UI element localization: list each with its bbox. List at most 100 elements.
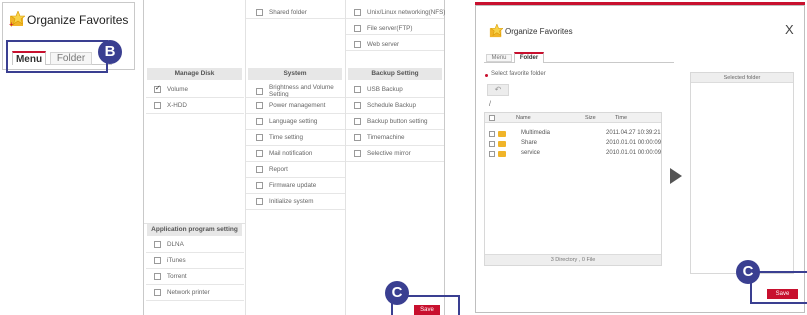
item-time-setting[interactable]: Time setting — [256, 133, 344, 145]
item-usb-backup[interactable]: USB Backup — [354, 85, 444, 97]
row-divider — [146, 113, 244, 114]
current-path: / — [489, 101, 491, 108]
item-timemachine[interactable]: Timemachine — [354, 133, 444, 145]
checkbox[interactable] — [354, 102, 361, 109]
checkbox[interactable] — [256, 118, 263, 125]
row-checkbox[interactable] — [489, 141, 495, 147]
item-selective-mirror[interactable]: Selective mirror — [354, 149, 444, 161]
row-divider — [246, 113, 345, 114]
column-size: Size — [585, 115, 596, 121]
row-divider — [246, 161, 345, 162]
selected-folder-list — [690, 72, 794, 274]
checkbox[interactable] — [154, 102, 161, 109]
item-power-management[interactable]: Power management — [256, 101, 344, 113]
row-divider — [346, 50, 444, 51]
column-divider — [345, 0, 346, 315]
select-favorite-label: Select favorite folder — [491, 71, 546, 77]
folder-list-header — [485, 113, 661, 123]
tab-menu[interactable]: Menu — [486, 54, 512, 62]
checkbox[interactable] — [154, 241, 161, 248]
save-button[interactable]: Save — [414, 305, 440, 315]
row-divider — [346, 129, 444, 130]
item-language-setting[interactable]: Language setting — [256, 117, 344, 129]
row-divider — [246, 97, 345, 98]
folder-icon — [498, 131, 506, 137]
section-backup-setting: Backup Setting — [348, 68, 442, 80]
row-divider — [146, 300, 244, 301]
item-itunes[interactable]: iTunes — [154, 256, 242, 268]
select-all-checkbox[interactable] — [489, 115, 495, 121]
section-manage-disk: Manage Disk — [147, 68, 242, 80]
item-report[interactable]: Report — [256, 165, 344, 177]
checkbox[interactable] — [256, 150, 263, 157]
annotation-box-b — [6, 40, 108, 73]
checkbox[interactable] — [354, 41, 361, 48]
section-application-program-setting: Application program setting — [147, 224, 242, 236]
annotation-badge-c: C — [736, 260, 760, 284]
item-network-printer[interactable]: Network printer — [154, 288, 242, 300]
folder-icon — [498, 141, 506, 147]
item-mail-notification[interactable]: Mail notification — [256, 149, 344, 161]
item-backup-button-setting[interactable]: Backup button setting — [354, 117, 444, 129]
table-row[interactable]: Share 2010.01.01 00:00:09 — [485, 139, 661, 149]
column-time: Time — [615, 115, 628, 121]
checkbox[interactable] — [354, 134, 361, 141]
item-firmware-update[interactable]: Firmware update — [256, 181, 344, 193]
item-schedule-backup[interactable]: Schedule Backup — [354, 101, 444, 113]
row-divider — [346, 34, 444, 35]
row-divider — [146, 252, 244, 253]
row-checkbox[interactable] — [489, 151, 495, 157]
checkbox[interactable] — [154, 257, 161, 264]
svg-text:+: + — [9, 20, 14, 27]
checkbox-checked[interactable] — [154, 84, 161, 94]
row-divider — [346, 113, 444, 114]
checkbox[interactable] — [256, 134, 263, 141]
section-system: System — [248, 68, 342, 80]
table-row[interactable]: service 2010.01.01 00:00:09 — [485, 149, 661, 159]
checkbox[interactable] — [354, 86, 361, 93]
checkbox[interactable] — [256, 102, 263, 109]
checkbox[interactable] — [154, 273, 161, 280]
table-row[interactable]: Multimedia 2011.04.27 10:39:21 — [485, 129, 661, 139]
checkbox[interactable] — [256, 198, 263, 205]
row-divider — [346, 145, 444, 146]
checkbox[interactable] — [354, 9, 361, 16]
row-divider — [146, 268, 244, 269]
row-divider — [246, 129, 345, 130]
tab-folder[interactable]: Folder — [514, 52, 544, 63]
annotation-badge-c: C — [385, 281, 409, 305]
checkbox[interactable] — [256, 88, 263, 95]
checkbox[interactable] — [354, 150, 361, 157]
bullet-icon — [485, 74, 488, 77]
checkbox[interactable] — [154, 289, 161, 296]
row-divider — [346, 97, 444, 98]
item-dlna[interactable]: DLNA — [154, 240, 242, 252]
close-icon[interactable]: X — [785, 22, 794, 37]
row-divider — [246, 177, 345, 178]
checkbox[interactable] — [354, 25, 361, 32]
item-x-hdd[interactable]: X-HDD — [154, 101, 242, 113]
column-divider — [245, 0, 246, 315]
checkbox[interactable] — [256, 9, 263, 16]
folder-icon — [498, 151, 506, 157]
annotation-badge-b: B — [98, 40, 122, 64]
folder-list-footer: 3 Directory , 0 File — [485, 254, 661, 265]
favorite-star-icon — [489, 24, 503, 38]
panel-title: Organize Favorites — [27, 13, 129, 27]
row-divider — [346, 161, 444, 162]
save-button[interactable]: Save — [767, 289, 798, 299]
checkbox[interactable] — [256, 166, 263, 173]
favorite-star-icon: + — [9, 11, 25, 27]
item-torrent[interactable]: Torrent — [154, 272, 242, 284]
selected-folder-header: Selected folder — [691, 73, 793, 83]
row-divider — [146, 97, 244, 98]
move-right-arrow-icon[interactable] — [670, 168, 682, 184]
checkbox[interactable] — [256, 182, 263, 189]
row-divider — [246, 193, 345, 194]
refresh-icon[interactable]: ↶ — [487, 84, 509, 96]
row-checkbox[interactable] — [489, 131, 495, 137]
checkbox[interactable] — [354, 118, 361, 125]
row-divider — [346, 18, 444, 19]
item-initialize-system[interactable]: Initialize system — [256, 197, 344, 209]
item-volume[interactable]: Volume — [154, 84, 242, 97]
